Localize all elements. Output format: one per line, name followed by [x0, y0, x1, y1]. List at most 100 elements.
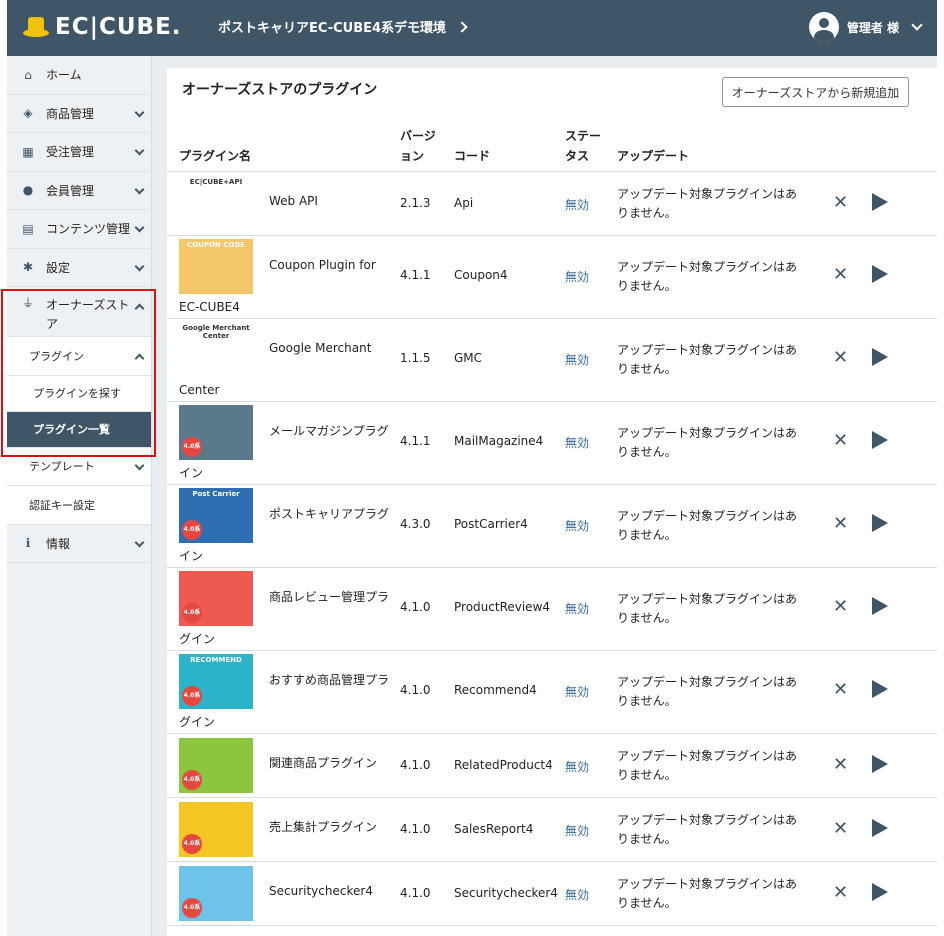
delete-icon[interactable]: ✕ [833, 754, 848, 775]
plugin-thumbnail: EC|CUBE+API [179, 176, 253, 231]
plugin-thumbnail: 4.0系対応 [179, 738, 253, 793]
plugin-update-text: アップデート対象プラグインはありません。 [617, 675, 798, 708]
plugin-version: 2.1.3 [400, 196, 431, 210]
user-avatar-icon [808, 12, 839, 42]
enable-play-icon[interactable] [872, 514, 888, 532]
chevron-down-icon [134, 222, 145, 233]
plugin-name-wrap: イン [179, 466, 204, 480]
delete-icon[interactable]: ✕ [833, 596, 848, 617]
enable-play-icon[interactable] [872, 819, 888, 837]
plugin-thumbnail: Post Carrier 4.0系対応 [179, 488, 253, 543]
plugin-status-link[interactable]: 無効 [565, 517, 589, 534]
table-header: プラグイン名 バージョン コード ステータス アップデート [167, 120, 937, 172]
shop-title-link[interactable]: ポストキャリアEC-CUBE4系デモ環境 [218, 17, 468, 36]
sidebar-item-label: 受注管理 [46, 145, 95, 160]
page-title: オーナーズストアのプラグイン [182, 82, 378, 98]
table-row: 4.0系対応 メールマガジンプラグ イン 4.1.1 MailMagazine4… [167, 402, 937, 485]
plugin-name: Securitychecker4 [269, 884, 373, 898]
plugin-status-link[interactable]: 無効 [565, 351, 589, 368]
sidebar-item-label: 認証キー設定 [29, 498, 95, 512]
chevron-right-icon [456, 20, 468, 33]
plugin-code: Coupon4 [454, 268, 508, 282]
plugin-update-text: アップデート対象プラグインはありません。 [617, 592, 798, 625]
plugin-status-link[interactable]: 無効 [565, 758, 589, 775]
top-bar: EC|CUBE. ポストキャリアEC-CUBE4系デモ環境 管理者 様 [7, 0, 937, 56]
enable-play-icon[interactable] [872, 883, 888, 901]
logo-text: EC|CUBE. [55, 14, 182, 40]
chevron-down-icon [134, 537, 145, 547]
delete-icon[interactable]: ✕ [833, 882, 848, 903]
plugin-status-link[interactable]: 無効 [565, 600, 589, 617]
sidebar-item-settings[interactable]: ✱ 設定 [7, 249, 151, 287]
plugin-update-text: アップデート対象プラグインはありません。 [617, 749, 798, 782]
chevron-down-icon [911, 19, 923, 31]
file-icon: ▤ [22, 221, 34, 236]
sidebar-item-label: 会員管理 [46, 183, 95, 198]
add-from-store-button[interactable]: オーナーズストアから新規追加 [722, 77, 909, 107]
cube-icon: ◈ [23, 106, 33, 121]
sidebar-item-label: 商品管理 [46, 106, 95, 121]
sidebar-item-contents[interactable]: ▤ コンテンツ管理 [7, 210, 151, 249]
plugin-status-link[interactable]: 無効 [565, 822, 589, 839]
enable-play-icon[interactable] [872, 431, 888, 449]
plugin-thumbnail: 4.0系対応 [179, 802, 253, 857]
version-badge: 4.0系対応 [182, 437, 202, 457]
user-menu[interactable]: 管理者 様 [808, 12, 923, 42]
sidebar-item-label: 情報 [46, 536, 71, 551]
enable-play-icon[interactable] [872, 348, 888, 366]
version-badge: 4.0系対応 [182, 603, 202, 623]
plugin-thumbnail: Google Merchant Center [179, 322, 253, 377]
plugin-name-wrap: グイン [179, 632, 216, 646]
plugin-status-link[interactable]: 無効 [565, 268, 589, 285]
chevron-down-icon [134, 460, 145, 470]
delete-icon[interactable]: ✕ [833, 513, 848, 534]
plugin-code: Securitychecker4 [454, 886, 558, 900]
plugin-status-link[interactable]: 無効 [565, 683, 589, 700]
plugin-version: 1.1.5 [400, 351, 431, 365]
plugin-code: Api [454, 196, 474, 210]
eccube-logo[interactable]: EC|CUBE. [23, 14, 182, 40]
plugin-name-wrap: グイン [179, 715, 216, 729]
sidebar-item-orders[interactable]: ▦ 受注管理 [7, 133, 151, 172]
plugin-status-link[interactable]: 無効 [565, 434, 589, 451]
delete-icon[interactable]: ✕ [833, 347, 848, 368]
delete-icon[interactable]: ✕ [833, 818, 848, 839]
sidebar-item-auth-key[interactable]: 認証キー設定 [7, 486, 151, 525]
enable-play-icon[interactable] [872, 680, 888, 698]
delete-icon[interactable]: ✕ [833, 679, 848, 700]
sidebar-item-info[interactable]: ℹ 情報 [7, 525, 151, 563]
plugin-update-text: アップデート対象プラグインはありません。 [617, 187, 798, 220]
plugin-name: 商品レビュー管理プラ [269, 590, 390, 604]
thumbnail-caption: Post Carrier [192, 490, 240, 498]
enable-play-icon[interactable] [872, 597, 888, 615]
home-icon: ⌂ [24, 67, 32, 82]
chevron-down-icon [134, 261, 145, 271]
enable-play-icon[interactable] [872, 755, 888, 773]
gear-icon: ✱ [22, 260, 34, 275]
chevron-down-icon [134, 107, 145, 117]
delete-icon[interactable]: ✕ [833, 192, 848, 213]
plugin-status-link[interactable]: 無効 [565, 196, 589, 213]
plugin-status-link[interactable]: 無効 [565, 886, 589, 903]
table-row: Google Merchant Center Google Merchant C… [167, 319, 937, 402]
plugin-name-wrap: Center [179, 383, 220, 397]
delete-icon[interactable]: ✕ [833, 264, 848, 285]
plugin-thumbnail: 4.0系対応 [179, 866, 253, 921]
cart-icon: ▦ [22, 144, 34, 159]
plugin-name: ポストキャリアプラグ [269, 507, 390, 521]
users-icon: ● [22, 183, 34, 198]
plugin-update-text: アップデート対象プラグインはありません。 [617, 260, 798, 293]
plugin-update-text: アップデート対象プラグインはありません。 [617, 877, 798, 910]
version-badge: 4.0系対応 [182, 834, 202, 854]
table-row: 4.0系対応 Securitychecker4 4.1.0 Securitych… [167, 862, 937, 926]
sidebar-item-products[interactable]: ◈ 商品管理 [7, 95, 151, 133]
enable-play-icon[interactable] [872, 265, 888, 283]
plugin-name: Google Merchant [269, 341, 372, 355]
plugin-code: ProductReview4 [454, 600, 551, 614]
sidebar-item-members[interactable]: ● 会員管理 [7, 172, 151, 210]
delete-icon[interactable]: ✕ [833, 430, 848, 451]
col-name: プラグイン名 [179, 149, 252, 163]
plugin-version: 4.1.0 [400, 886, 431, 900]
sidebar-item-home[interactable]: ⌂ ホーム [7, 56, 151, 95]
enable-play-icon[interactable] [872, 193, 888, 211]
